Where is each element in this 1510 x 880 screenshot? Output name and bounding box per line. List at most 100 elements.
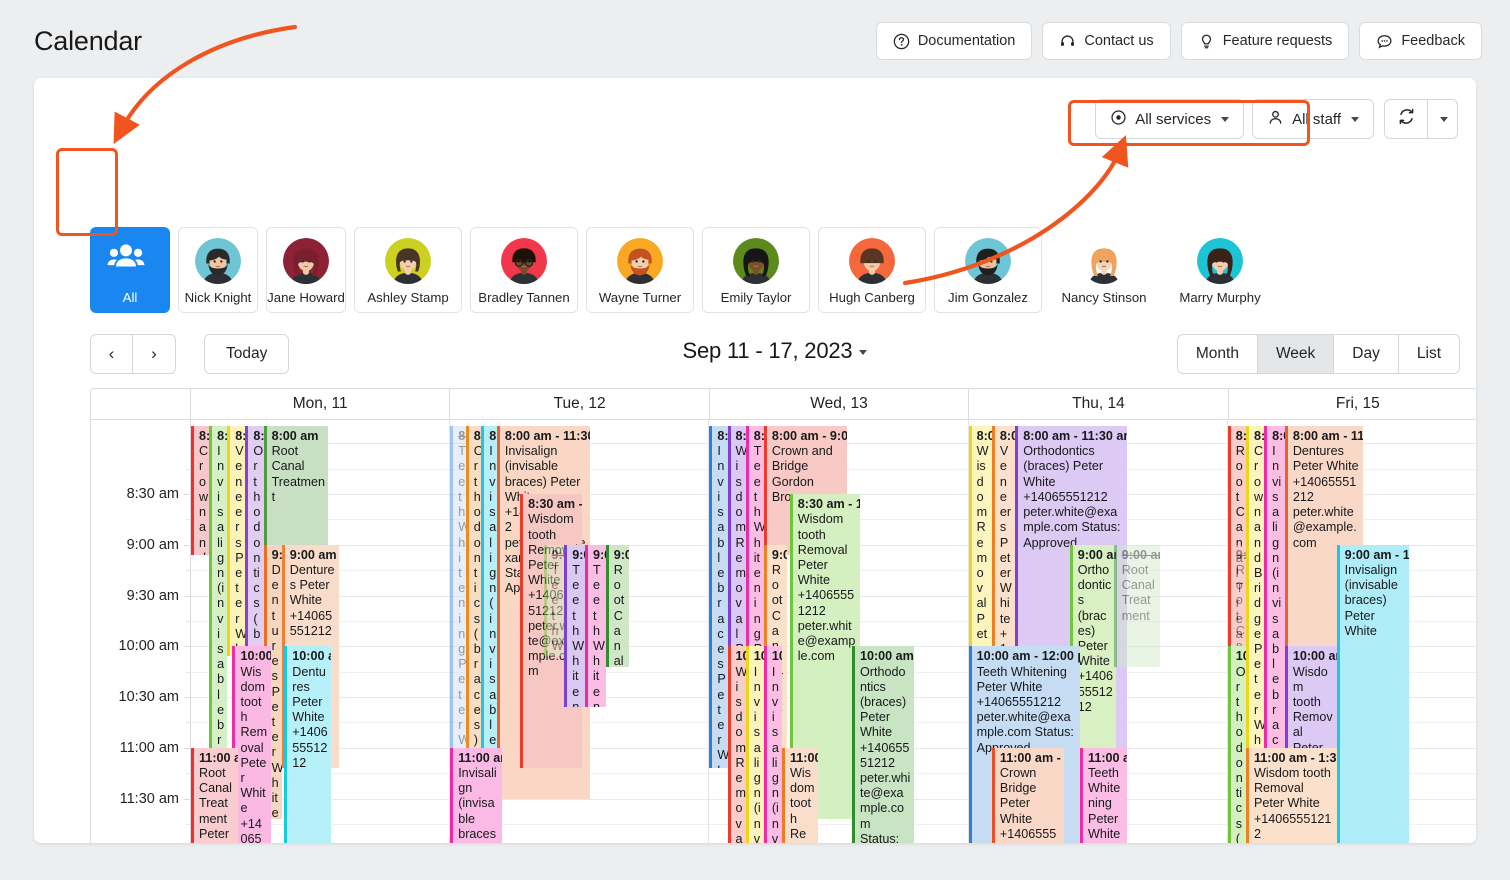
staff-card-jane-howard[interactable]: Jane Howard: [266, 227, 346, 313]
event-details: Orthodontics (braces) Peter White +14065…: [1235, 664, 1246, 843]
contact-us-button[interactable]: Contact us: [1042, 22, 1171, 60]
calendar-event[interactable]: 8:00 am - 10:00 amWisdom Removal Peter W…: [968, 426, 992, 657]
calendar-event[interactable]: 10:00 am - 12:30 pmWisdom Removal Peter …: [727, 646, 746, 843]
calendar-event[interactable]: 9:00 am - 10:15 amRoot Canal Treatment P…: [605, 544, 630, 667]
avatar: [1197, 238, 1243, 284]
calendar-event[interactable]: 8:00 am - 10:00 amWisdom Removal Peter W…: [727, 426, 746, 657]
calendar-event[interactable]: 8:00 am - 11:00 amOrthodontics (braces) …: [465, 426, 482, 769]
calendar-event[interactable]: 11:00 am - 1:30 pmWisdom tooth Removal P…: [1245, 747, 1337, 843]
calendar-event[interactable]: 11:00 am - 1:30 pmTeeth Whitening Peter …: [1080, 747, 1127, 843]
staff-card-ashley-stamp[interactable]: Ashley Stamp: [354, 227, 462, 313]
event-time: 8:00 am - 10:00 am: [999, 429, 1015, 444]
event-details: Invisalign (invisable braces) Peter Whit…: [458, 766, 497, 843]
view-button-list[interactable]: List: [1398, 334, 1460, 374]
event-details: Teeth Whitening Peter White +14065551212…: [458, 444, 466, 768]
event-time: 11:00 am - 12:00 pm: [199, 750, 238, 765]
calendar-event[interactable]: 10:00 am - 12:00 pmOrthodontics (braces)…: [1227, 646, 1246, 843]
calendar-event[interactable]: 8:00 am - 10:00 amTeeth Whitening Peter …: [745, 426, 764, 657]
event-time: 8:00 am - 10:00 am: [735, 429, 746, 444]
calendar-event[interactable]: 8:00 am - 9:00 amCrown and Bridge Peter …: [191, 426, 210, 555]
calendar-event[interactable]: 9:00 am - 10:00 amRoot Canal Treatment P…: [1227, 544, 1246, 657]
event-details: Wisdom Removal Peter White +14065551212 …: [735, 444, 746, 656]
calendar-event[interactable]: 10:00 am - 12:30 pmDentures Peter White …: [284, 646, 331, 843]
headset-icon: [1059, 33, 1076, 50]
refresh-button[interactable]: [1384, 99, 1428, 139]
calendar-event[interactable]: 11:00 am - 1:00 pmCrown Bridge Peter Whi…: [991, 747, 1065, 843]
all-services-dropdown[interactable]: All services: [1095, 99, 1245, 139]
event-time: 9:00 am - 12:45 pm: [1344, 547, 1410, 562]
contact-us-label: Contact us: [1084, 33, 1154, 49]
filter-group: All services All staff: [1095, 99, 1374, 139]
staff-card-all[interactable]: All: [90, 227, 170, 313]
staff-card-hugh-canberg[interactable]: Hugh Canberg: [818, 227, 926, 313]
calendar-event[interactable]: 9:00 am - 10:00 amTeeth Whitening Peter …: [543, 544, 565, 657]
time-tick: [184, 544, 190, 546]
event-details: Orthodontics (braces) Peter White +14065…: [1023, 444, 1121, 550]
calendar-body: 8:30 am 9:00 am 9:30 am 10:00 am 10:30 am 11:…: [91, 420, 1476, 843]
target-icon: [1110, 109, 1127, 130]
chevron-down-icon: [1439, 116, 1448, 122]
event-time: 11:00 am - 12:30 pm: [458, 750, 502, 765]
calendar-event[interactable]: 8:00 am - 10:00 amVeneers Peter White +1…: [227, 426, 246, 657]
staff-card-nick-knight[interactable]: Nick Knight: [178, 227, 258, 313]
calendar-event[interactable]: 9:00 am - 10:30 amTeeth Whitening Peter …: [564, 544, 585, 708]
event-time: 8:00 am - 10:00 am: [235, 429, 246, 444]
calendar-event[interactable]: 9:00 am - 10:30 amTeeth Whitening Peter …: [584, 544, 606, 708]
event-time: 8:00 am - 11:00 am: [1292, 429, 1363, 444]
event-time: 8:00 am - 11:00 am: [717, 429, 728, 444]
calendar-event[interactable]: 10:00 am - 12:30 pmInvisalign (invisable…: [745, 646, 764, 843]
staff-card-jim-gonzalez[interactable]: Jim Gonzalez: [934, 227, 1042, 313]
day-header-0: Mon, 11: [191, 389, 451, 419]
time-tick-minor: [186, 468, 190, 470]
event-details: Root Canal Treatment Peter White +140655…: [199, 766, 232, 843]
calendar-event[interactable]: 8:00 am - 11:00 amTeeth Whitening Peter …: [450, 426, 466, 769]
calendar-event[interactable]: 11:00 am - 12:45 pmWisdom tooth Removal …: [781, 747, 819, 843]
calendar-event[interactable]: 8:00 am - 11:00 amInvisalign (invisable …: [209, 426, 228, 769]
day-header-1: Tue, 12: [450, 389, 710, 419]
event-time: 11:00 am - 1:30 pm: [1253, 750, 1337, 765]
documentation-button[interactable]: Documentation: [875, 22, 1033, 60]
event-time: 9:00 am - 10:15 am: [613, 547, 629, 562]
calendar-app-screen: Calendar Documentation Contact us Featur…: [0, 0, 1510, 880]
event-time: 9:00 am - 11:30 am: [271, 547, 282, 562]
all-services-label: All services: [1135, 110, 1212, 128]
staff-card-wayne-turner[interactable]: Wayne Turner: [586, 227, 694, 313]
calendar-event[interactable]: 11:00 am - 12:30 pmInvisalign (invisable…: [450, 747, 503, 843]
event-details: Invisalign (invisable braces) Peter Whit…: [217, 444, 225, 768]
view-button-week[interactable]: Week: [1257, 334, 1335, 374]
calendar-event[interactable]: 8:00 am Root Canal Treatment: [263, 426, 329, 555]
event-time: 8:00 am - 12:00 pm: [1272, 429, 1285, 444]
calendar-event[interactable]: 9:00 am - 12:45 pmInvisalign (invisable …: [1336, 544, 1410, 843]
time-tick-minor: [186, 722, 190, 724]
view-button-month[interactable]: Month: [1176, 334, 1258, 374]
calendar-event[interactable]: 8:00 am - 11:00 amInvisable braces Peter…: [709, 426, 728, 769]
calendar-event[interactable]: 10:00 am - 12:00 pmWisdom tooth Removal …: [232, 646, 272, 843]
event-details: Invisable braces Peter White +1406555121…: [717, 444, 727, 768]
calendar-event[interactable]: 11:00 am - 12:00 pmRoot Canal Treatment …: [191, 747, 238, 843]
avatar: [849, 238, 895, 284]
staff-card-emily-taylor[interactable]: Emily Taylor: [702, 227, 810, 313]
event-time: 10:00 am - 12:30 pm: [753, 649, 764, 664]
refresh-options-button[interactable]: [1428, 99, 1458, 139]
event-time: 8:00 am - 10:00 am: [976, 429, 992, 444]
event-time: 9:00 am - 10:00 am: [1235, 547, 1246, 562]
event-details: Teeth Whitening Peter White +140655: [551, 563, 564, 656]
staff-card-nancy-stinson[interactable]: Nancy Stinson: [1050, 227, 1158, 313]
view-button-day[interactable]: Day: [1334, 334, 1399, 374]
calendar-event[interactable]: 8:00 am - 10:00 amVeneers Peter White +1…: [991, 426, 1016, 657]
event-time: 8:00 am - 11:00 am: [217, 429, 228, 444]
calendar-event[interactable]: 10:00 am - 12:30 pmInvisalign (invisable…: [763, 646, 782, 843]
staff-card-marry-murphy[interactable]: Marry Murphy: [1166, 227, 1274, 313]
staff-name-label: All: [122, 290, 138, 305]
calendar-event[interactable]: 10:00 am - 1:00 pmOrthodontics (braces) …: [851, 646, 915, 843]
event-details: Dentures Peter White +14065551212: [289, 563, 335, 638]
all-staff-dropdown[interactable]: All staff: [1252, 99, 1374, 139]
event-time: 11:00 am - 12:45 pm: [789, 750, 818, 765]
event-details: Teeth Whitening Peter White +14065551212: [1088, 766, 1123, 843]
event-time: 9:00 am - 10:00 am: [551, 547, 565, 562]
staff-card-bradley-tannen[interactable]: Bradley Tannen: [470, 227, 578, 313]
feedback-button[interactable]: Feedback: [1359, 22, 1482, 60]
feature-requests-button[interactable]: Feature requests: [1180, 22, 1350, 60]
calendar-event[interactable]: 9:00 am - 10:00 amRoot Canal Treatment: [1113, 544, 1161, 667]
event-time: 8:00 am - 10:00 am: [753, 429, 764, 444]
